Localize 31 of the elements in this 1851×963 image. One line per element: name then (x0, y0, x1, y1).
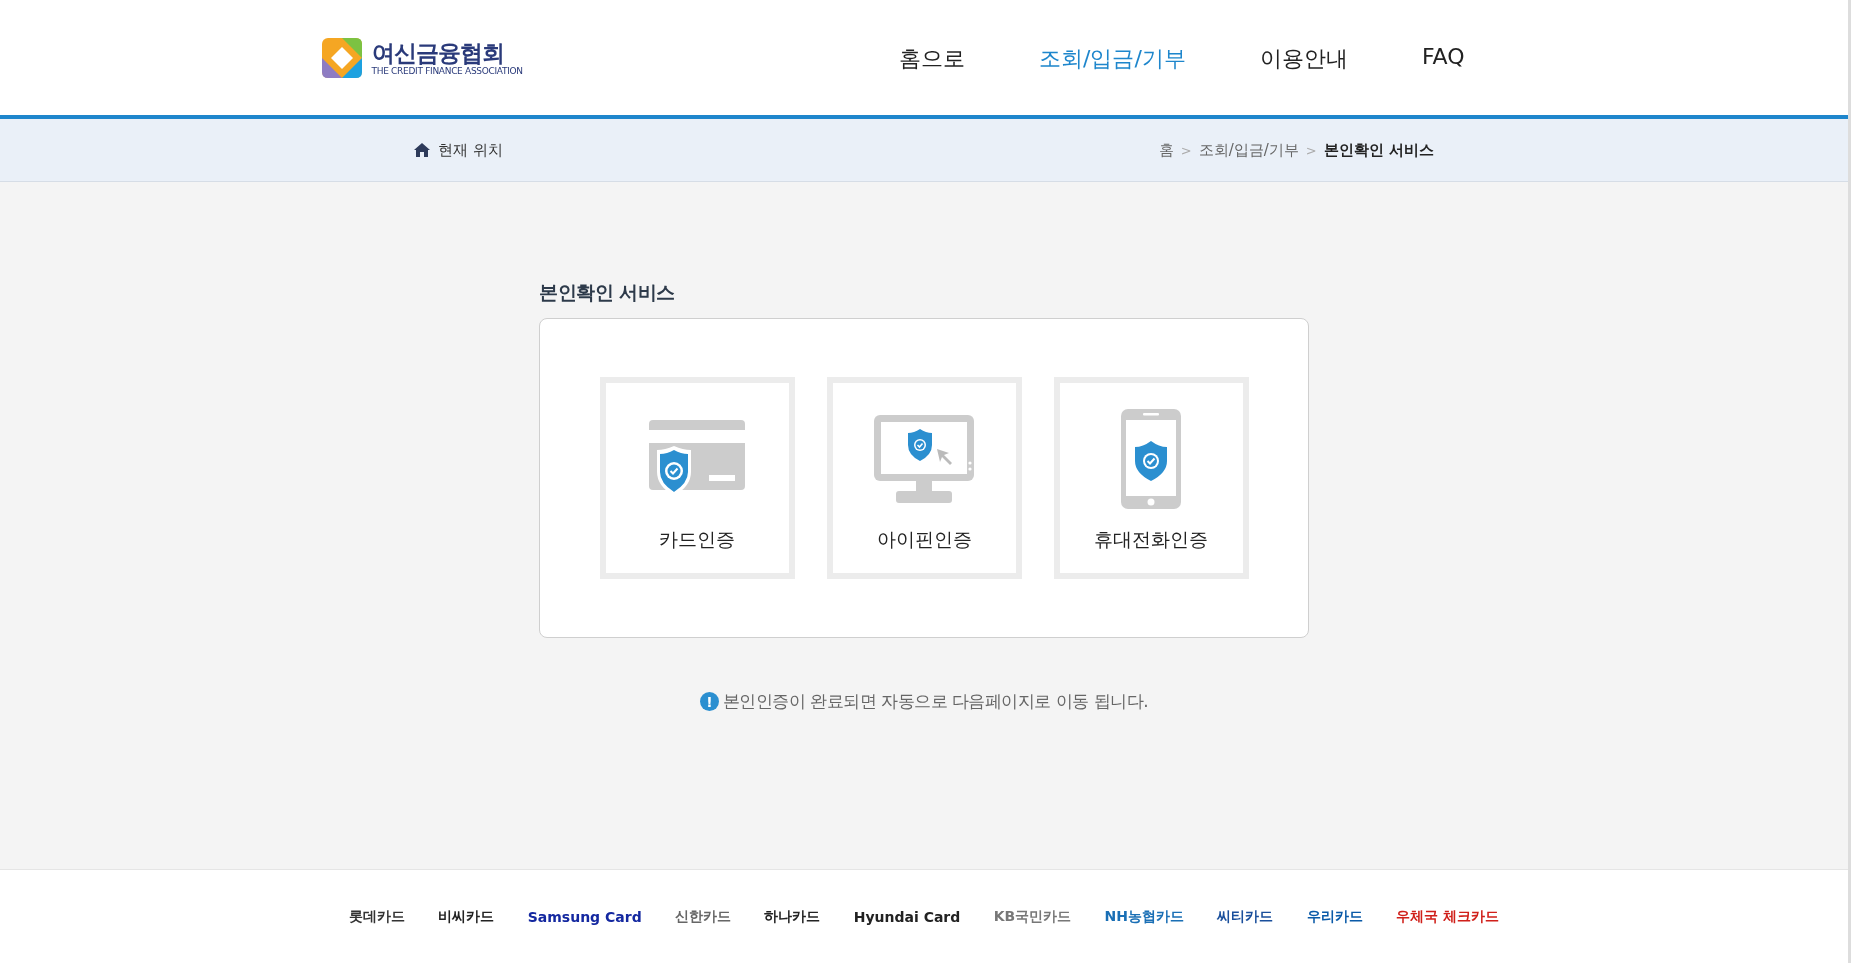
partner-logo[interactable]: 씨티카드 (1217, 907, 1274, 926)
logo-subtitle: THE CREDIT FINANCE ASSOCIATION (371, 65, 523, 76)
logo-name: 여신금융협회 (371, 39, 505, 66)
partner-logo[interactable]: 롯데카드 (349, 907, 405, 926)
auth-option-button[interactable]: 휴대전화인증 (1053, 377, 1249, 579)
breadcrumb-link[interactable]: 본인확인 서비스 (1323, 140, 1434, 160)
section-title: 본인확인 서비스 (539, 280, 676, 305)
auth-option-button[interactable]: 아이핀인증 (826, 377, 1022, 579)
partner-logo[interactable]: 신한카드 (675, 907, 731, 926)
info-icon: ! (699, 692, 719, 711)
nav-tab[interactable]: 홈으로 (862, 44, 1003, 119)
breadcrumb-link[interactable]: 홈 (1158, 140, 1174, 160)
partner-logo[interactable]: KB국민카드 (993, 907, 1072, 926)
auth-option-button[interactable]: 카드인증 (599, 377, 795, 579)
logo-icon (321, 37, 362, 78)
breadcrumb-link[interactable]: 조회/입금/기부 (1198, 140, 1299, 160)
nav-tab[interactable]: 이용안내 (1222, 44, 1385, 119)
partner-logo[interactable]: 우체국 체크카드 (1396, 907, 1499, 926)
home-icon (414, 143, 430, 157)
partner-logo[interactable]: Samsung Card (527, 908, 642, 925)
smartphone-shield-icon (1121, 409, 1181, 509)
breadcrumb-separator: > (1305, 142, 1317, 158)
location-label: 현재 위치 (438, 140, 503, 160)
partner-logo[interactable]: 우리카드 (1306, 907, 1363, 926)
partner-logo[interactable]: NH농협카드 (1104, 907, 1184, 926)
partner-logo[interactable]: Hyundai Card (853, 908, 961, 925)
nav-tab[interactable]: FAQ (1384, 44, 1502, 119)
partner-logo[interactable]: 하나카드 (764, 907, 821, 926)
partner-logo[interactable]: 비씨카드 (438, 907, 495, 926)
breadcrumb-separator: > (1180, 142, 1192, 158)
notice-text: 본인인증이 완료되면 자동으로 다음페이지로 이동 됩니다. (722, 690, 1149, 713)
